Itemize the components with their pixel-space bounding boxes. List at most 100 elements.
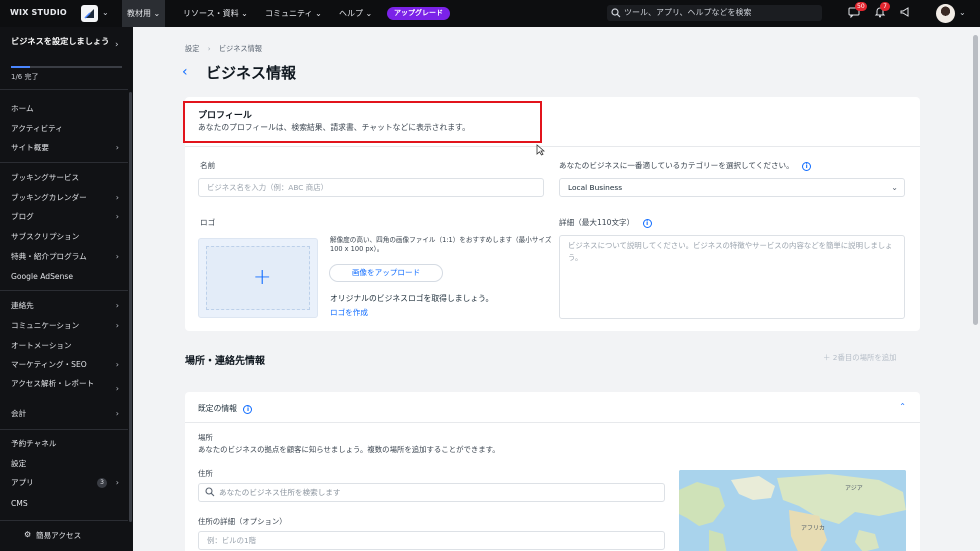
sidebar-item-booking-calendar[interactable]: ブッキングカレンダー › bbox=[11, 193, 119, 203]
page-title: ビジネス情報 bbox=[206, 64, 297, 82]
logo-label: ロゴ bbox=[200, 218, 216, 227]
divider bbox=[185, 422, 920, 423]
sidebar-item-label: ブログ bbox=[11, 212, 34, 221]
megaphone-icon[interactable] bbox=[899, 6, 913, 20]
chevron-up-icon[interactable]: ⌃ bbox=[899, 402, 906, 411]
search-icon bbox=[205, 487, 215, 497]
address-search-input[interactable]: あなたのビジネス住所を検索します bbox=[198, 483, 665, 502]
sidebar-item-activity[interactable]: アクティビティ bbox=[11, 124, 119, 134]
top-bar: WIX STUDIO ⌄ 教材用 ⌄ リソース・資料 ⌄ コミュニティ ⌄ ヘル… bbox=[0, 0, 980, 27]
main-scrollbar[interactable] bbox=[973, 35, 978, 325]
info-icon[interactable]: i bbox=[802, 162, 812, 171]
upgrade-button[interactable]: アップグレード bbox=[387, 7, 450, 20]
sidebar-item-label: オートメーション bbox=[11, 341, 72, 350]
default-info-header[interactable]: 既定の情報 i bbox=[198, 403, 253, 414]
address-detail-input[interactable]: 例：ビルの1階 bbox=[198, 531, 665, 550]
chevron-right-icon: › bbox=[115, 143, 119, 152]
business-name-input[interactable]: ビジネス名を入力（例：ABC 商店） bbox=[198, 178, 544, 197]
sidebar-item-label: アクセス解析・レポート bbox=[11, 379, 95, 388]
sidebar-scrollbar[interactable] bbox=[129, 92, 132, 522]
setup-progress-text: 1/6 完了 bbox=[11, 73, 39, 81]
sidebar-item-cms[interactable]: CMS bbox=[11, 499, 119, 509]
sidebar-item-settings[interactable]: 設定 bbox=[11, 459, 119, 469]
sidebar-item-blog[interactable]: ブログ › bbox=[11, 212, 119, 222]
sidebar-item-site-overview[interactable]: サイト概要 › bbox=[11, 143, 119, 153]
back-arrow-icon[interactable]: ‹ bbox=[182, 64, 188, 80]
sidebar-item-home[interactable]: ホーム bbox=[11, 104, 119, 114]
apps-count-badge: 3 bbox=[97, 478, 107, 488]
create-logo-link[interactable]: ロゴを作成 bbox=[330, 307, 368, 318]
chevron-right-icon: › bbox=[115, 360, 119, 369]
chevron-right-icon: › bbox=[115, 321, 119, 330]
sidebar-item-analytics[interactable]: アクセス解析・レポート › bbox=[11, 379, 119, 393]
sidebar-item-google-adsense[interactable]: Google AdSense bbox=[11, 272, 119, 282]
divider bbox=[0, 89, 128, 90]
category-select[interactable]: Local Business ⌄ bbox=[559, 178, 905, 197]
location-card: 既定の情報 i ⌃ 場所 あなたのビジネスの拠点を顧客に知らせましょう。複数の場… bbox=[185, 392, 920, 551]
location-label: 場所 bbox=[198, 433, 213, 442]
sidebar-item-label: サブスクリプション bbox=[11, 232, 80, 241]
sidebar-item-accounting[interactable]: 会計 › bbox=[11, 409, 119, 419]
location-map[interactable]: アジア アフリカ bbox=[679, 470, 906, 551]
account-chevron-icon[interactable]: ⌄ bbox=[959, 8, 966, 17]
chevron-right-icon: › bbox=[115, 252, 119, 261]
divider bbox=[185, 146, 920, 147]
messages-badge: 50 bbox=[855, 2, 867, 11]
highlight-box bbox=[183, 101, 542, 143]
messages-icon[interactable]: 50 bbox=[848, 2, 867, 20]
sidebar-item-label: アクティビティ bbox=[11, 124, 63, 133]
setup-progress-bar bbox=[11, 66, 122, 68]
breadcrumb-separator-icon: › bbox=[207, 44, 211, 53]
sidebar-item-marketing-seo[interactable]: マーケティング・SEO › bbox=[11, 360, 119, 370]
info-icon[interactable]: i bbox=[642, 219, 652, 228]
sidebar-item-contacts[interactable]: 連絡先 › bbox=[11, 301, 119, 311]
plus-icon: + bbox=[253, 265, 272, 290]
address-detail-placeholder: 例：ビルの1階 bbox=[207, 536, 257, 545]
sidebar-item-referral[interactable]: 特典・紹介プログラム › bbox=[11, 252, 119, 262]
business-description-textarea[interactable]: ビジネスについて説明してください。ビジネスの特徴やサービスの内容などを簡単に説明… bbox=[559, 235, 905, 319]
address-detail-label: 住所の詳細（オプション） bbox=[198, 517, 287, 526]
sidebar-item-booking-channels[interactable]: 予約チャネル bbox=[11, 439, 119, 449]
sidebar-item-apps[interactable]: アプリ 3 › bbox=[11, 478, 119, 488]
info-icon[interactable]: i bbox=[243, 405, 253, 414]
sidebar-item-label: 設定 bbox=[11, 459, 27, 468]
upload-image-button[interactable]: 画像をアップロード bbox=[329, 264, 443, 282]
name-label: 名前 bbox=[200, 161, 216, 170]
menu-label: リソース・資料 bbox=[183, 9, 239, 18]
menu-resources[interactable]: リソース・資料 ⌄ bbox=[183, 0, 248, 27]
sidebar-item-label: Google AdSense bbox=[11, 272, 74, 281]
sidebar-item-subscriptions[interactable]: サブスクリプション bbox=[11, 232, 119, 242]
sidebar-item-label: コミュニケーション bbox=[11, 321, 80, 330]
setup-title[interactable]: ビジネスを設定しましょう bbox=[11, 36, 111, 47]
search-input[interactable]: ツール、アプリ、ヘルプなどを検索 bbox=[607, 5, 822, 21]
sidebar-item-label: サイト概要 bbox=[11, 143, 49, 152]
menu-label: 教材用 bbox=[127, 9, 151, 18]
sidebar-item-label: ブッキングサービス bbox=[11, 173, 80, 182]
bell-icon[interactable]: 7 bbox=[874, 2, 890, 20]
logo-original-text: オリジナルのビジネスロゴを取得しましょう。 bbox=[330, 294, 494, 303]
site-switcher-icon[interactable] bbox=[81, 5, 98, 22]
logo-dropzone[interactable]: + bbox=[206, 246, 310, 310]
sidebar-item-communications[interactable]: コミュニケーション › bbox=[11, 321, 119, 331]
alerts-badge: 7 bbox=[880, 2, 890, 11]
logo-upload-area[interactable]: + bbox=[198, 238, 318, 318]
sidebar-item-label: 予約チャネル bbox=[11, 439, 57, 448]
world-map-graphic: アジア アフリカ bbox=[679, 470, 906, 551]
menu-label: ヘルプ bbox=[339, 9, 363, 18]
divider bbox=[0, 429, 128, 430]
divider bbox=[0, 162, 128, 163]
breadcrumb-settings[interactable]: 設定 bbox=[185, 44, 199, 53]
chevron-right-icon[interactable]: › bbox=[115, 40, 119, 50]
wix-studio-logo[interactable]: WIX STUDIO bbox=[10, 8, 67, 17]
sidebar-item-booking-services[interactable]: ブッキングサービス bbox=[11, 173, 119, 183]
menu-site[interactable]: 教材用 ⌄ bbox=[122, 0, 166, 27]
detail-label-text: 詳細（最大110文字） bbox=[559, 218, 635, 227]
add-location-button[interactable]: ＋ 2番目の場所を追加 bbox=[823, 352, 897, 363]
quick-access-button[interactable]: ⚙ 簡易アクセス bbox=[24, 530, 81, 541]
menu-help[interactable]: ヘルプ ⌄ bbox=[339, 0, 372, 27]
sidebar-item-automations[interactable]: オートメーション bbox=[11, 341, 119, 351]
menu-community[interactable]: コミュニティ ⌄ bbox=[265, 0, 322, 27]
avatar[interactable] bbox=[936, 4, 955, 23]
sidebar: ビジネスを設定しましょう › 1/6 完了 ホーム アクティビティ サイト概要 ›… bbox=[0, 27, 133, 551]
site-switcher-chevron-icon[interactable]: ⌄ bbox=[102, 8, 109, 17]
